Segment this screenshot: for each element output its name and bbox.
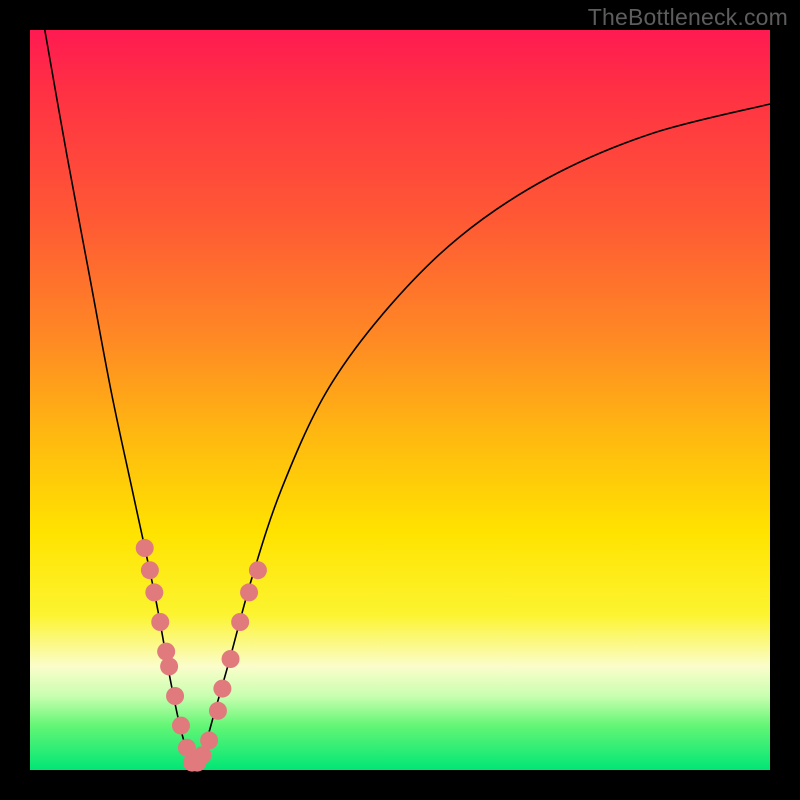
plot-area xyxy=(30,30,770,770)
highlighted-dot xyxy=(172,717,190,735)
chart-svg xyxy=(30,30,770,770)
highlighted-dot xyxy=(249,561,267,579)
highlighted-dot xyxy=(160,657,178,675)
highlighted-dot xyxy=(141,561,159,579)
highlighted-dot xyxy=(231,613,249,631)
highlighted-dot xyxy=(240,583,258,601)
highlighted-dot xyxy=(213,680,231,698)
highlighted-dot xyxy=(166,687,184,705)
highlighted-dot xyxy=(200,731,218,749)
highlighted-dot xyxy=(209,702,227,720)
watermark-text: TheBottleneck.com xyxy=(588,4,788,31)
highlighted-dots-group xyxy=(136,539,267,772)
outer-black-frame: TheBottleneck.com xyxy=(0,0,800,800)
bottleneck-curve xyxy=(45,30,770,763)
highlighted-dot xyxy=(222,650,240,668)
highlighted-dot xyxy=(157,643,175,661)
highlighted-dot xyxy=(151,613,169,631)
highlighted-dot xyxy=(145,583,163,601)
highlighted-dot xyxy=(136,539,154,557)
